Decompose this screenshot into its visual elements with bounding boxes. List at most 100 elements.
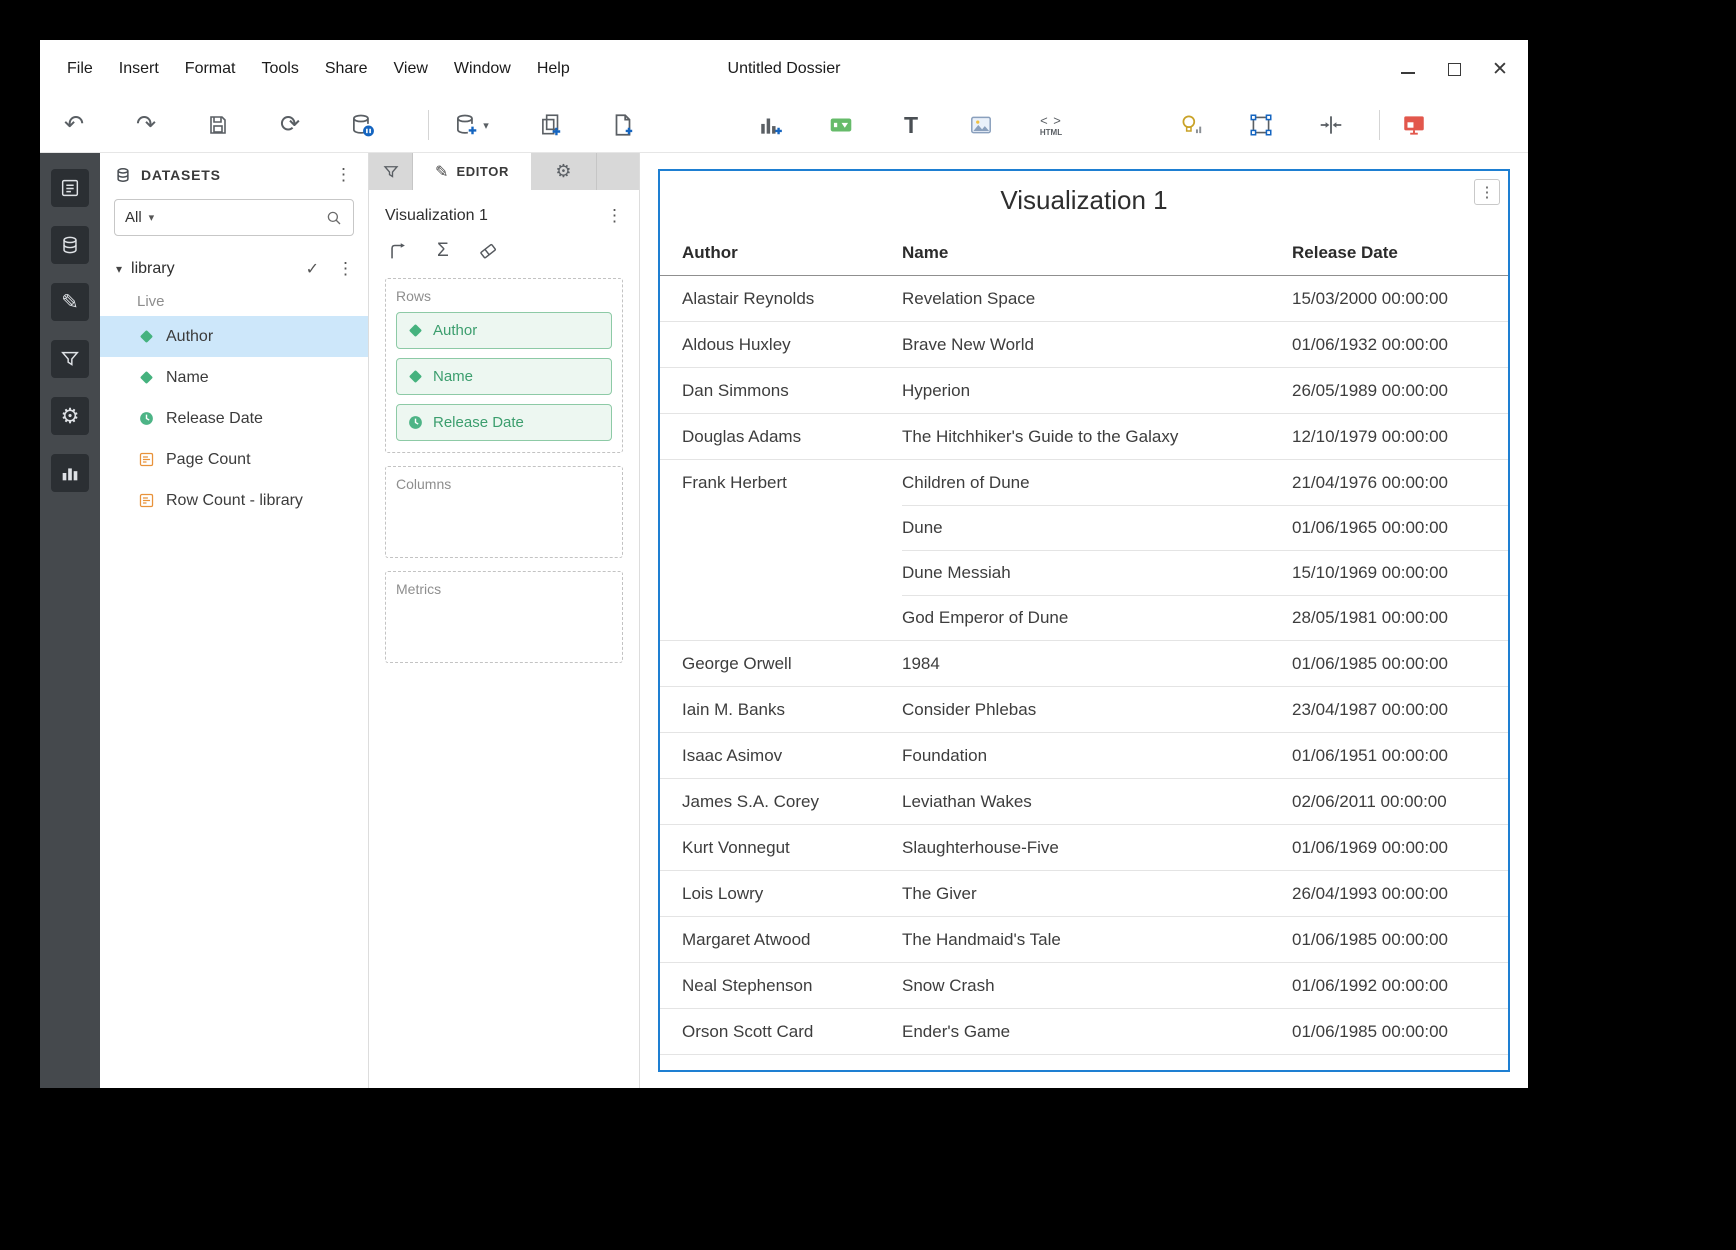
duplicate-page-button[interactable] (531, 105, 571, 145)
cell-author (682, 550, 902, 595)
tab-format[interactable]: ⚙ (531, 153, 597, 190)
insert-selector-button[interactable] (821, 105, 861, 145)
table-row[interactable]: Dune Messiah15/10/1969 00:00:00 (660, 550, 1508, 595)
format-panel-button[interactable]: ⚙ (51, 397, 89, 435)
zone-chip-author[interactable]: Author (396, 312, 612, 349)
editor-panel-button[interactable]: ✎ (51, 283, 89, 321)
menu-format[interactable]: Format (172, 60, 249, 78)
dossier-canvas: ⋮ Visualization 1 AuthorNameRelease Date… (640, 153, 1528, 1088)
chevron-down-icon[interactable]: ▾ (116, 262, 122, 276)
search-icon[interactable] (325, 209, 343, 227)
table-row[interactable]: Dan SimmonsHyperion26/05/1989 00:00:00 (660, 367, 1508, 413)
column-header-author[interactable]: Author (682, 230, 902, 276)
close-button[interactable]: ✕ (1490, 59, 1510, 79)
table-row[interactable]: Neal StephensonSnow Crash01/06/1992 00:0… (660, 962, 1508, 1008)
cell-author: George Orwell (682, 641, 902, 686)
presentation-mode-icon (1401, 112, 1427, 138)
dataset-status-button[interactable] (342, 105, 382, 145)
tab-filter[interactable] (369, 153, 413, 190)
minimize-button[interactable] (1398, 59, 1418, 79)
visualization-gallery-button[interactable] (51, 454, 89, 492)
arrange-layout-button[interactable] (1241, 105, 1281, 145)
visualization-options-button[interactable]: ⋮ (1474, 179, 1500, 205)
drop-zone-columns[interactable]: Columns (385, 466, 623, 558)
dataset-status-icon (349, 112, 375, 138)
table-row[interactable]: George Orwell198401/06/1985 00:00:00 (660, 640, 1508, 686)
field-label: Page Count (166, 451, 251, 469)
visualization-menu-button[interactable]: ⋮ (606, 206, 623, 226)
app-window: FileInsertFormatToolsShareViewWindowHelp… (40, 40, 1528, 1088)
undo-button[interactable]: ↶ (54, 105, 94, 145)
tab-editor[interactable]: ✎ EDITOR (413, 153, 531, 190)
dataset-field-page-count[interactable]: Page Count (100, 439, 368, 480)
presentation-mode-button[interactable] (1394, 105, 1434, 145)
dataset-field-release-date[interactable]: Release Date (100, 398, 368, 439)
insert-image-button[interactable] (961, 105, 1001, 145)
cell-name: Revelation Space (902, 276, 1292, 321)
insights-button[interactable] (1171, 105, 1211, 145)
table-row[interactable]: Peter F. HamiltonPandora's Star02/03/200… (660, 1054, 1508, 1072)
contents-panel-button[interactable] (51, 169, 89, 207)
table-row[interactable]: Margaret AtwoodThe Handmaid's Tale01/06/… (660, 916, 1508, 962)
table-row[interactable]: God Emperor of Dune28/05/1981 00:00:00 (660, 595, 1508, 640)
drop-zone-rows[interactable]: RowsAuthorNameRelease Date (385, 278, 623, 453)
maximize-icon (1448, 63, 1461, 76)
menu-view[interactable]: View (381, 60, 441, 78)
dataset-field-row-count-library[interactable]: Row Count - library (100, 480, 368, 521)
datasets-icon (59, 234, 81, 256)
content-area: ✎ ⚙ DATASETS ⋮ All ▾ (40, 152, 1528, 1088)
menu-tools[interactable]: Tools (248, 60, 311, 78)
filter-panel-button[interactable] (51, 340, 89, 378)
table-row[interactable]: Lois LowryThe Giver26/04/1993 00:00:00 (660, 870, 1508, 916)
save-button[interactable] (198, 105, 238, 145)
column-header-release-date[interactable]: Release Date (1292, 230, 1508, 276)
table-row[interactable]: Dune01/06/1965 00:00:00 (660, 505, 1508, 550)
table-row[interactable]: Alastair ReynoldsRevelation Space15/03/2… (660, 276, 1508, 321)
table-row[interactable]: Iain M. BanksConsider Phlebas23/04/1987 … (660, 686, 1508, 732)
maximize-button[interactable] (1444, 59, 1464, 79)
insert-visualization-button[interactable] (751, 105, 791, 145)
menu-window[interactable]: Window (441, 60, 524, 78)
refresh-button[interactable]: ⟳ (270, 105, 310, 145)
check-icon: ✓ (306, 259, 319, 279)
table-row[interactable]: Frank HerbertChildren of Dune21/04/1976 … (660, 459, 1508, 505)
datasets-menu-button[interactable]: ⋮ (331, 165, 356, 185)
menu-file[interactable]: File (54, 60, 106, 78)
dataset-field-author[interactable]: Author (100, 316, 368, 357)
filter-icon (59, 348, 81, 370)
drop-zone-metrics[interactable]: Metrics (385, 571, 623, 663)
search-scope-dropdown[interactable]: All ▾ (125, 209, 164, 226)
search-input[interactable] (164, 200, 325, 235)
menu-help[interactable]: Help (524, 60, 583, 78)
field-label: Author (166, 328, 213, 346)
eraser-icon[interactable] (477, 240, 499, 262)
cell-author: Dan Simmons (682, 368, 902, 413)
insert-text-button[interactable]: T (891, 105, 931, 145)
undo-icon: ↶ (64, 113, 84, 137)
dataset-field-name[interactable]: Name (100, 357, 368, 398)
zone-chip-release-date[interactable]: Release Date (396, 404, 612, 441)
insert-html-button[interactable]: < > HTML (1031, 105, 1071, 145)
menu-share[interactable]: Share (312, 60, 381, 78)
dataset-node[interactable]: ▾ library ✓ ⋮ (100, 252, 368, 286)
table-row[interactable]: Douglas AdamsThe Hitchhiker's Guide to t… (660, 413, 1508, 459)
zone-label: Metrics (396, 581, 612, 597)
swap-axes-icon[interactable] (387, 240, 409, 262)
visualization-container[interactable]: ⋮ Visualization 1 AuthorNameRelease Date… (658, 169, 1510, 1072)
table-row[interactable]: Orson Scott CardEnder's Game01/06/1985 0… (660, 1008, 1508, 1054)
table-row[interactable]: James S.A. CoreyLeviathan Wakes02/06/201… (660, 778, 1508, 824)
table-row[interactable]: Kurt VonnegutSlaughterhouse-Five01/06/19… (660, 824, 1508, 870)
column-header-name[interactable]: Name (902, 230, 1292, 276)
dataset-menu-button[interactable]: ⋮ (337, 259, 354, 279)
add-data-button[interactable]: ▾ (443, 105, 499, 145)
zone-chip-name[interactable]: Name (396, 358, 612, 395)
datasets-panel-button[interactable] (51, 226, 89, 264)
table-row[interactable]: Isaac AsimovFoundation01/06/1951 00:00:0… (660, 732, 1508, 778)
cell-name: Children of Dune (902, 460, 1292, 505)
redo-button[interactable]: ↷ (126, 105, 166, 145)
new-page-button[interactable] (603, 105, 643, 145)
menu-insert[interactable]: Insert (106, 60, 172, 78)
page-break-button[interactable] (1311, 105, 1351, 145)
table-row[interactable]: Aldous HuxleyBrave New World01/06/1932 0… (660, 321, 1508, 367)
totals-sigma-icon[interactable]: Σ (437, 240, 449, 262)
